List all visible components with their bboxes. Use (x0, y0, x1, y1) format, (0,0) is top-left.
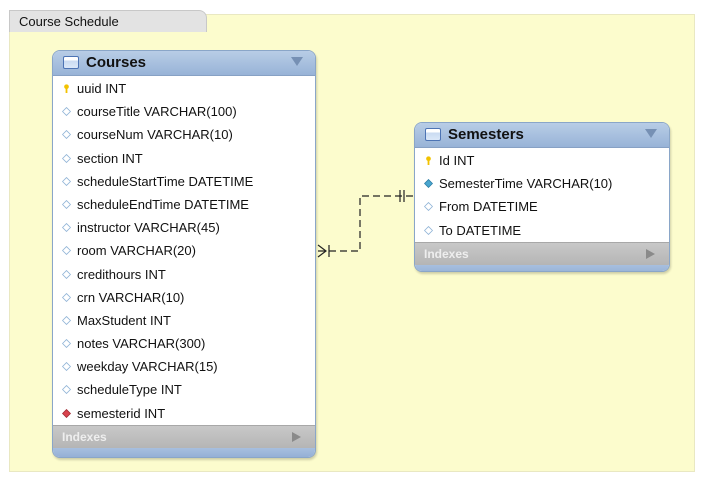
column-label: scheduleType INT (77, 382, 182, 398)
column-row[interactable]: scheduleEndTime DATETIME (53, 193, 315, 216)
primary-key-icon (426, 156, 431, 165)
column-row[interactable]: SemesterTime VARCHAR(10) (415, 172, 669, 195)
courses-indexes-bar[interactable]: Indexes (53, 424, 315, 448)
column-row[interactable]: courseNum VARCHAR(10) (53, 123, 315, 146)
semesters-column-list: Id INT SemesterTime VARCHAR(10) From DATET… (415, 148, 669, 242)
semesters-table-header[interactable]: Semesters (415, 123, 669, 148)
column-row[interactable]: scheduleType INT (53, 378, 315, 401)
column-label: Id INT (439, 153, 475, 168)
column-row[interactable]: instructor VARCHAR(45) (53, 216, 315, 239)
column-icon (62, 269, 71, 279)
column-row[interactable]: credithours INT (53, 263, 315, 286)
column-icon (62, 339, 71, 349)
column-icon (62, 362, 71, 372)
column-label: From DATETIME (439, 199, 538, 215)
courses-table-footer (53, 447, 315, 457)
table-icon (425, 128, 441, 141)
column-icon (62, 315, 71, 325)
column-label: instructor VARCHAR(45) (77, 220, 220, 236)
column-row[interactable]: courseTitle VARCHAR(100) (53, 100, 315, 123)
column-row[interactable]: semesterid INT (53, 402, 315, 425)
courses-column-list: uuid INT courseTitle VARCHAR(100) courseNu… (53, 76, 315, 425)
semesters-table-title: Semesters (448, 126, 524, 143)
column-icon (62, 176, 71, 186)
courses-table[interactable]: Courses uuid INT courseTitle VARCHAR(100)… (52, 50, 316, 458)
column-icon (424, 225, 433, 235)
courses-table-header[interactable]: Courses (53, 51, 315, 76)
column-row[interactable]: MaxStudent INT (53, 309, 315, 332)
column-label: MaxStudent INT (77, 312, 171, 328)
column-row[interactable]: weekday VARCHAR(15) (53, 355, 315, 378)
column-row[interactable]: room VARCHAR(20) (53, 239, 315, 262)
expand-arrow-icon[interactable] (292, 431, 301, 442)
column-label: credithours INT (77, 266, 166, 282)
column-icon (62, 199, 71, 209)
column-row[interactable]: To DATETIME (415, 219, 669, 242)
column-label: courseNum VARCHAR(10) (77, 127, 233, 143)
courses-indexes-label: Indexes (62, 429, 107, 444)
column-label: crn VARCHAR(10) (77, 289, 185, 305)
column-icon (62, 385, 71, 395)
semesters-indexes-label: Indexes (424, 246, 469, 261)
semesters-table-footer (415, 264, 669, 271)
column-row[interactable]: section INT (53, 147, 315, 170)
column-icon (62, 153, 71, 163)
column-label: scheduleEndTime DATETIME (77, 196, 249, 212)
courses-table-title: Courses (86, 54, 147, 71)
foreign-key-icon (62, 408, 71, 418)
collapse-arrow-icon[interactable] (291, 57, 303, 66)
column-row[interactable]: uuid INT (53, 77, 315, 100)
not-null-column-icon (424, 179, 433, 189)
column-icon (62, 246, 71, 256)
column-icon (62, 292, 71, 302)
diagram-tab-label: Course Schedule (19, 14, 119, 29)
column-label: courseTitle VARCHAR(100) (77, 104, 237, 120)
column-row[interactable]: Id INT (415, 149, 669, 172)
column-label: scheduleStartTime DATETIME (77, 173, 254, 189)
semesters-indexes-bar[interactable]: Indexes (415, 241, 669, 265)
primary-key-icon (64, 84, 69, 93)
column-row[interactable]: crn VARCHAR(10) (53, 286, 315, 309)
column-label: weekday VARCHAR(15) (77, 359, 218, 375)
expand-arrow-icon[interactable] (646, 248, 655, 259)
column-icon (62, 107, 71, 117)
diagram-tab[interactable]: Course Schedule (9, 10, 207, 32)
column-icon (62, 130, 71, 140)
column-label: room VARCHAR(20) (77, 243, 196, 259)
column-label: uuid INT (77, 81, 127, 96)
column-label: To DATETIME (439, 222, 522, 238)
column-label: notes VARCHAR(300) (77, 336, 206, 352)
column-row[interactable]: notes VARCHAR(300) (53, 332, 315, 355)
table-icon (63, 56, 79, 69)
semesters-table[interactable]: Semesters Id INT SemesterTime VARCHAR(10)… (414, 122, 670, 272)
column-icon (424, 202, 433, 212)
column-row[interactable]: scheduleStartTime DATETIME (53, 170, 315, 193)
column-row[interactable]: From DATETIME (415, 195, 669, 218)
column-icon (62, 223, 71, 233)
column-label: section INT (77, 150, 143, 166)
column-label: SemesterTime VARCHAR(10) (439, 176, 613, 192)
column-label: semesterid INT (77, 405, 166, 421)
collapse-arrow-icon[interactable] (645, 129, 657, 138)
diagram-view: Course Schedule Courses uuid INT courseTi… (0, 0, 702, 477)
